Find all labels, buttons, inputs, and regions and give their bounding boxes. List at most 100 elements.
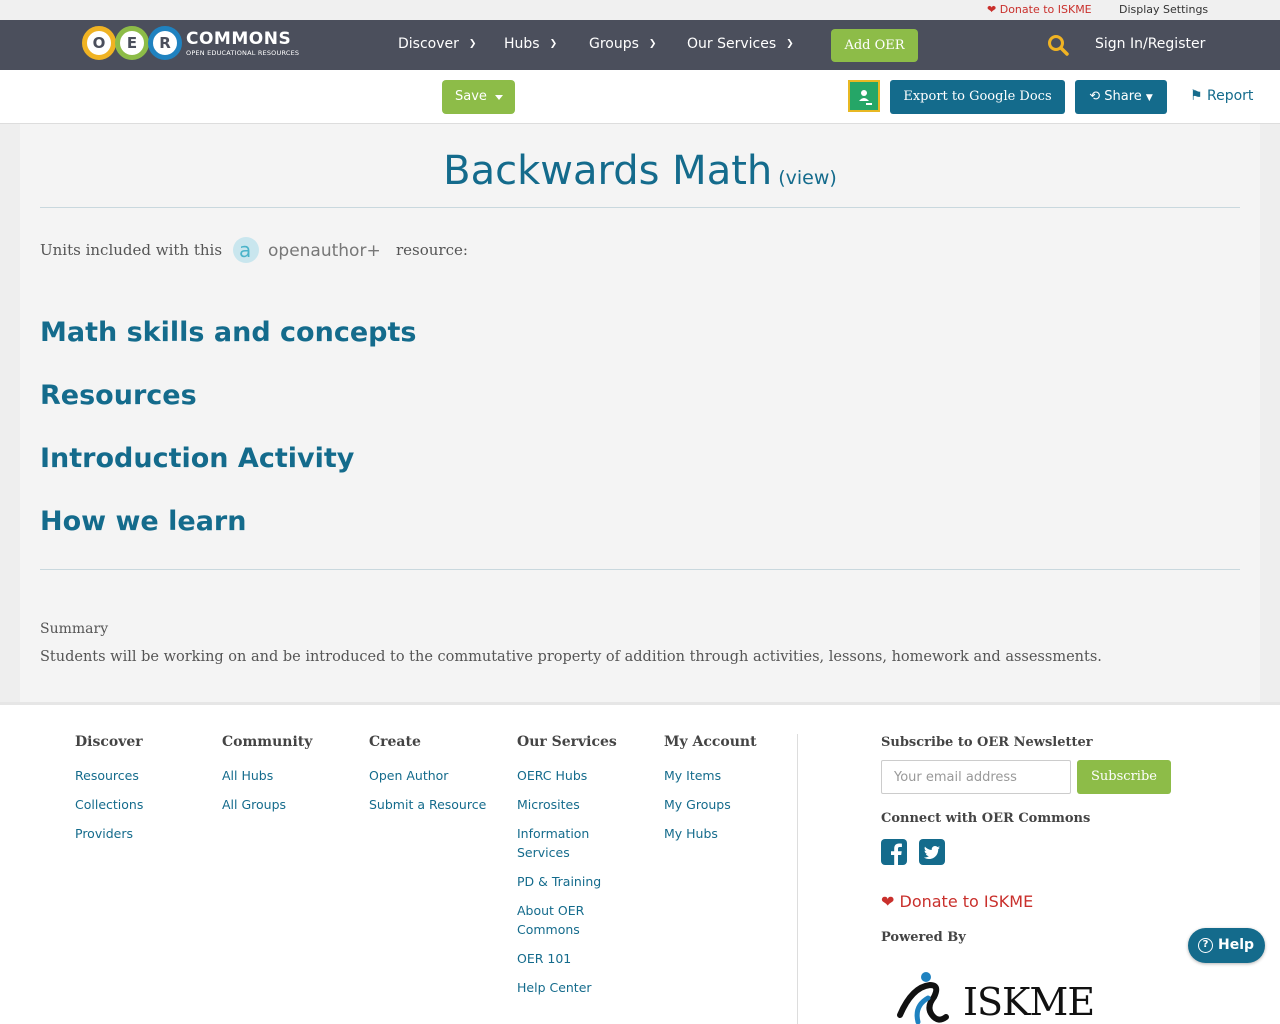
resource-content: Backwards Math (view) Units included with…	[0, 124, 1280, 702]
content-gutter-right	[1260, 124, 1280, 702]
share-label: Share	[1104, 89, 1142, 104]
logo-letter-e: E	[115, 26, 149, 60]
open-author-wordmark: openauthor+	[268, 241, 381, 261]
footer-heading: Discover	[75, 734, 143, 750]
footer-column-community: Community All Hubs All Groups	[222, 734, 352, 824]
site-footer: Discover Resources Collections Providers…	[0, 702, 1280, 1024]
connect-heading: Connect with OER Commons	[881, 811, 1091, 826]
footer-donate-link[interactable]: ❤ Donate to ISKME	[881, 892, 1033, 911]
resource-title: Backwards Math	[443, 148, 773, 194]
flag-icon: ⚑	[1190, 88, 1203, 104]
twitter-glyph-icon	[923, 846, 940, 859]
chevron-down-icon: ❯	[648, 39, 657, 49]
logo-letter-r: R	[148, 26, 182, 60]
question-icon: ?	[1198, 938, 1213, 953]
twitter-icon[interactable]	[919, 839, 945, 865]
footer-link[interactable]: About OER Commons	[517, 901, 629, 939]
footer-heading: My Account	[664, 734, 757, 750]
footer-link[interactable]: All Hubs	[222, 766, 352, 785]
footer-link[interactable]: My Items	[664, 766, 784, 785]
page-title: Backwards Math (view)	[0, 148, 1280, 194]
caret-down-icon: ▼	[1145, 93, 1153, 103]
unit-link[interactable]: How we learn	[40, 506, 246, 537]
nav-groups[interactable]: Groups ❯	[589, 36, 656, 52]
footer-column-discover: Discover Resources Collections Providers	[75, 734, 205, 853]
donate-label: Donate to ISKME	[999, 3, 1092, 16]
report-link[interactable]: ⚑ Report	[1190, 88, 1253, 104]
footer-donate-label: Donate to ISKME	[899, 892, 1034, 911]
chevron-down-icon: ❯	[786, 39, 794, 49]
report-label: Report	[1207, 88, 1254, 104]
footer-link[interactable]: Collections	[75, 795, 205, 814]
add-oer-button[interactable]: Add OER	[831, 29, 918, 62]
nav-our-services-label: Our Services	[687, 36, 777, 52]
subscribe-button[interactable]: Subscribe	[1077, 760, 1171, 794]
share-icon: ⟲	[1089, 89, 1101, 104]
summary-text: Students will be working on and be intro…	[40, 649, 1102, 665]
iskme-wordmark: ISKME	[963, 980, 1095, 1024]
main-navbar: O E R COMMONS OPEN EDUCATIONAL RESOURCES…	[0, 20, 1280, 70]
nav-hubs-label: Hubs	[504, 36, 540, 52]
footer-column-my-account: My Account My Items My Groups My Hubs	[664, 734, 784, 853]
google-classroom-icon[interactable]	[848, 80, 880, 112]
share-button[interactable]: ⟲ Share ▼	[1075, 80, 1167, 114]
newsletter-email-input[interactable]	[881, 760, 1071, 794]
chevron-down-icon: ❯	[468, 39, 477, 49]
resource-action-bar: Save Export to Google Docs ⟲ Share ▼ ⚑ R…	[0, 70, 1280, 124]
title-divider	[40, 207, 1240, 208]
footer-link[interactable]: Resources	[75, 766, 205, 785]
units-suffix-text: resource:	[396, 241, 468, 259]
sign-in-register-link[interactable]: Sign In/Register	[1095, 36, 1205, 52]
footer-link[interactable]: Open Author	[369, 766, 499, 785]
nav-groups-label: Groups	[589, 36, 639, 52]
footer-link[interactable]: All Groups	[222, 795, 352, 814]
units-divider	[40, 569, 1240, 570]
heart-icon: ❤	[881, 892, 895, 911]
chevron-down-icon: ❯	[549, 39, 558, 49]
heart-icon: ❤	[987, 3, 997, 16]
open-author-mark: a	[239, 238, 251, 262]
help-label: Help	[1218, 937, 1255, 953]
search-icon[interactable]	[1047, 34, 1069, 56]
footer-link[interactable]: Submit a Resource	[369, 795, 499, 814]
logo-wordmark: COMMONS	[186, 29, 292, 49]
unit-link[interactable]: Introduction Activity	[40, 443, 354, 474]
footer-link[interactable]: My Groups	[664, 795, 784, 814]
units-intro-text: Units included with this	[40, 241, 223, 259]
footer-column-our-services: Our Services OERC Hubs Microsites Inform…	[517, 734, 629, 1007]
nav-discover[interactable]: Discover ❯	[398, 36, 476, 52]
content-gutter-left	[0, 124, 20, 702]
newsletter-heading: Subscribe to OER Newsletter	[881, 735, 1093, 750]
summary-label: Summary	[40, 621, 109, 637]
footer-heading: Our Services	[517, 734, 617, 750]
unit-link[interactable]: Resources	[40, 380, 197, 411]
footer-link[interactable]: OERC Hubs	[517, 766, 629, 785]
save-button[interactable]: Save	[442, 80, 515, 114]
caret-down-icon	[495, 95, 503, 100]
facebook-glyph-icon	[891, 843, 902, 865]
footer-heading: Community	[222, 734, 313, 750]
help-button[interactable]: ? Help	[1188, 928, 1265, 963]
logo-tagline: OPEN EDUCATIONAL RESOURCES	[186, 49, 300, 57]
unit-link[interactable]: Math skills and concepts	[40, 317, 416, 348]
facebook-icon[interactable]	[881, 839, 907, 865]
footer-link[interactable]: Microsites	[517, 795, 629, 814]
nav-hubs[interactable]: Hubs ❯	[504, 36, 557, 52]
footer-link[interactable]: Providers	[75, 824, 205, 843]
footer-link[interactable]: Information Services	[517, 824, 629, 862]
export-google-docs-button[interactable]: Export to Google Docs	[890, 80, 1065, 114]
utility-bar: ❤ Donate to ISKME Display Settings	[0, 0, 1280, 20]
footer-link[interactable]: Help Center	[517, 978, 629, 997]
donate-link[interactable]: ❤ Donate to ISKME	[987, 3, 1092, 16]
footer-heading: Create	[369, 734, 421, 750]
view-link[interactable]: (view)	[778, 167, 837, 189]
logo-letter-o: O	[82, 26, 116, 60]
nav-our-services[interactable]: Our Services ❯	[687, 36, 794, 52]
classroom-glyph-icon	[854, 86, 874, 105]
footer-link[interactable]: OER 101	[517, 949, 629, 968]
display-settings-link[interactable]: Display Settings	[1119, 3, 1208, 16]
footer-link[interactable]: My Hubs	[664, 824, 784, 843]
oer-commons-logo[interactable]: O E R COMMONS OPEN EDUCATIONAL RESOURCES	[82, 25, 299, 61]
nav-discover-label: Discover	[398, 36, 459, 52]
footer-link[interactable]: PD & Training	[517, 872, 629, 891]
